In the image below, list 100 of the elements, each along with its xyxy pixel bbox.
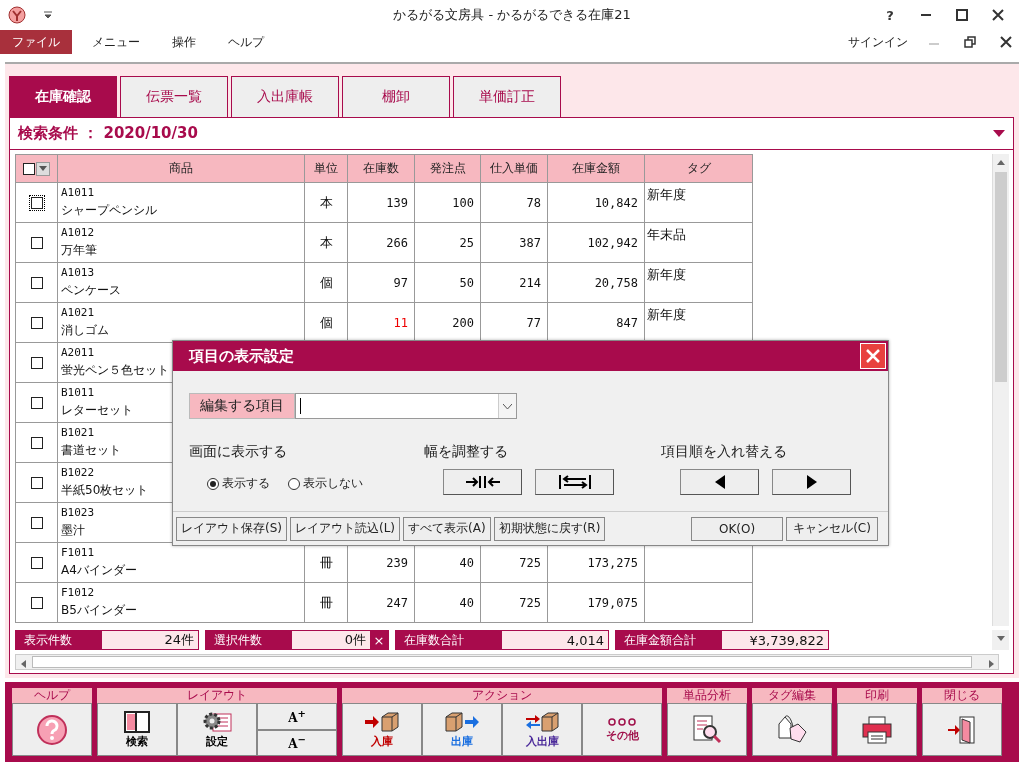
dialog-button[interactable]: 初期状態に戻す(R) bbox=[493, 516, 606, 541]
checkbox[interactable] bbox=[30, 236, 43, 249]
group-label: ヘルプ bbox=[12, 688, 92, 703]
menu-item[interactable]: ヘルプ bbox=[216, 30, 276, 54]
menu-item[interactable]: 操作 bbox=[160, 30, 208, 54]
clear-button[interactable]: × bbox=[370, 631, 388, 649]
box-out-icon bbox=[444, 710, 480, 733]
tab[interactable]: 棚卸 bbox=[342, 76, 450, 117]
summary-value: 0件 bbox=[343, 631, 367, 649]
radio-label[interactable]: 表示する bbox=[222, 475, 270, 492]
narrow-icon bbox=[464, 475, 501, 489]
product-code: B1021 bbox=[61, 426, 95, 439]
dialog-button[interactable]: すべて表示(A) bbox=[403, 516, 491, 541]
toolbar-button[interactable]: 設定 bbox=[177, 703, 257, 756]
toolbar-button[interactable]: 入出庫 bbox=[502, 703, 582, 756]
radio-button[interactable] bbox=[207, 477, 219, 490]
horizontal-scrollbar[interactable] bbox=[15, 654, 999, 670]
checkbox[interactable] bbox=[23, 162, 35, 175]
dialog-button[interactable]: レイアウト読込(L) bbox=[290, 516, 401, 541]
toolbar-button[interactable]: 出庫 bbox=[422, 703, 502, 756]
toolbar-button[interactable] bbox=[837, 703, 917, 756]
close-icon bbox=[992, 9, 1004, 21]
exit-door-icon bbox=[946, 714, 978, 745]
column-header[interactable]: 在庫数 bbox=[348, 154, 415, 183]
table-cell: 25 bbox=[415, 223, 481, 263]
tag-cell: 年末品 bbox=[645, 223, 753, 263]
table-cell: 本 bbox=[305, 223, 348, 263]
toolbar-button[interactable] bbox=[752, 703, 832, 756]
toolbar-button[interactable]: 検索 bbox=[97, 703, 177, 756]
summary-value: ¥3,739,822 bbox=[748, 631, 825, 649]
toolbar-button[interactable] bbox=[12, 703, 92, 756]
dialog-button[interactable]: レイアウト保存(S) bbox=[176, 516, 287, 541]
move-left-button[interactable] bbox=[680, 469, 759, 495]
product-name: 消しゴム bbox=[61, 322, 109, 339]
column-header[interactable]: タグ bbox=[645, 154, 753, 183]
scroll-left-icon[interactable] bbox=[20, 659, 26, 668]
checkbox[interactable] bbox=[30, 316, 43, 329]
checkbox[interactable] bbox=[30, 276, 43, 289]
move-right-button[interactable] bbox=[772, 469, 851, 495]
menu-item[interactable]: メニュー bbox=[80, 30, 152, 54]
radio-button[interactable] bbox=[288, 477, 300, 490]
checkbox[interactable] bbox=[30, 436, 43, 449]
radio-label[interactable]: 表示しない bbox=[303, 475, 363, 492]
section-title: 幅を調整する bbox=[424, 443, 509, 461]
checkbox[interactable] bbox=[30, 516, 43, 529]
tab[interactable]: 伝票一覧 bbox=[120, 76, 228, 117]
group-label: 単品分析 bbox=[667, 688, 747, 703]
toolbar-button[interactable] bbox=[922, 703, 1002, 756]
product-name: 墨汁 bbox=[61, 522, 85, 539]
checkbox[interactable] bbox=[30, 356, 43, 369]
font-size-button[interactable]: A$^{+}$ bbox=[257, 703, 337, 730]
dropdown-button[interactable] bbox=[36, 161, 50, 176]
column-header[interactable]: 仕入単価 bbox=[481, 154, 548, 183]
widen-column-button[interactable] bbox=[535, 469, 614, 495]
product-code: A2011 bbox=[61, 346, 95, 359]
column-header[interactable]: 単位 bbox=[305, 154, 348, 183]
product-name: A4バインダー bbox=[61, 562, 137, 579]
tag-cell: 新年度 bbox=[645, 263, 753, 303]
table-cell: 個 bbox=[305, 263, 348, 303]
dialog-button[interactable]: キャンセル(C) bbox=[786, 516, 878, 541]
toolbar-button[interactable]: その他 bbox=[582, 703, 662, 756]
dialog-button[interactable]: OK(O) bbox=[691, 516, 783, 541]
table-cell: 247 bbox=[348, 583, 415, 623]
product-code: A1021 bbox=[61, 306, 95, 319]
column-header[interactable]: 在庫金額 bbox=[548, 154, 645, 183]
scroll-right-icon[interactable] bbox=[988, 659, 994, 668]
group-label: レイアウト bbox=[97, 688, 337, 703]
table-cell: 387 bbox=[481, 223, 548, 263]
maximize-icon bbox=[956, 9, 968, 21]
tab[interactable]: 単価訂正 bbox=[453, 76, 561, 117]
column-header[interactable]: 発注点 bbox=[415, 154, 481, 183]
scroll-thumb[interactable] bbox=[32, 656, 972, 668]
checkbox[interactable] bbox=[30, 596, 43, 609]
scroll-up-icon[interactable] bbox=[997, 160, 1005, 165]
help-button[interactable]: ? bbox=[872, 3, 908, 27]
checkbox[interactable] bbox=[30, 476, 43, 489]
chevron-down-icon[interactable] bbox=[503, 403, 512, 409]
toolbar-button[interactable] bbox=[667, 703, 747, 756]
font-size-button[interactable]: A$^{−}$ bbox=[257, 729, 337, 756]
scroll-down-icon[interactable] bbox=[996, 636, 1005, 641]
group-label: アクション bbox=[342, 688, 662, 703]
item-select-field[interactable] bbox=[295, 393, 517, 419]
tab[interactable]: 入出庫帳 bbox=[231, 76, 339, 117]
narrow-column-button[interactable] bbox=[443, 469, 522, 495]
product-name: 万年筆 bbox=[61, 242, 97, 259]
scroll-thumb[interactable] bbox=[995, 172, 1007, 382]
column-header[interactable]: 商品 bbox=[58, 154, 305, 183]
checkbox[interactable] bbox=[30, 396, 43, 409]
restore-icon[interactable] bbox=[964, 36, 976, 48]
vertical-scrollbar[interactable] bbox=[992, 154, 1009, 626]
product-code: F1011 bbox=[61, 546, 95, 559]
tab[interactable]: 在庫確認 bbox=[9, 76, 117, 117]
sign-in-link[interactable]: サインイン bbox=[848, 33, 908, 51]
product-code: A1011 bbox=[61, 186, 95, 199]
menu-item[interactable]: ファイル bbox=[0, 30, 72, 54]
close-icon[interactable] bbox=[1000, 36, 1012, 48]
summary-label: 在庫金額合計 bbox=[616, 631, 722, 649]
toolbar-button[interactable]: 入庫 bbox=[342, 703, 422, 756]
app-logo-icon bbox=[8, 6, 26, 24]
checkbox[interactable] bbox=[30, 556, 43, 569]
